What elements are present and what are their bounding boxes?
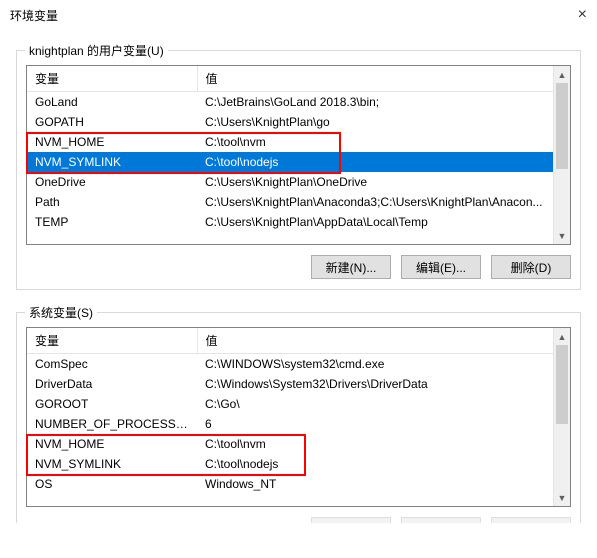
var-value-cell: C:\tool\nodejs	[197, 152, 570, 172]
var-name-cell: Path	[27, 192, 197, 212]
var-name-cell: GOROOT	[27, 394, 197, 414]
table-row[interactable]: NVM_SYMLINKC:\tool\nodejs	[27, 152, 570, 172]
table-row[interactable]: OSWindows_NT	[27, 474, 570, 494]
var-name-cell: DriverData	[27, 374, 197, 394]
table-row[interactable]: NVM_HOMEC:\tool\nvm	[27, 132, 570, 152]
sys-vars-label: 系统变量(S)	[25, 304, 97, 321]
var-value-cell: C:\tool\nvm	[197, 434, 570, 454]
sys-new-button[interactable]: 新建(N)...	[311, 517, 391, 523]
table-row[interactable]: NVM_HOMEC:\tool\nvm	[27, 434, 570, 454]
var-value-cell: C:\JetBrains\GoLand 2018.3\bin;	[197, 92, 570, 112]
var-value-cell: C:\WINDOWS\system32\cmd.exe	[197, 354, 570, 374]
sys-vars-table-wrap: 变量 值 ComSpecC:\WINDOWS\system32\cmd.exeD…	[26, 327, 571, 507]
table-row[interactable]: PathC:\Users\KnightPlan\Anaconda3;C:\Use…	[27, 192, 570, 212]
scroll-down-icon[interactable]: ▼	[554, 489, 570, 506]
scroll-up-icon[interactable]: ▲	[554, 66, 570, 83]
var-value-cell: C:\tool\nodejs	[197, 454, 570, 474]
var-name-cell: NVM_SYMLINK	[27, 152, 197, 172]
var-value-cell: C:\tool\nvm	[197, 132, 570, 152]
table-row[interactable]: DriverDataC:\Windows\System32\Drivers\Dr…	[27, 374, 570, 394]
table-row[interactable]: GoLandC:\JetBrains\GoLand 2018.3\bin;	[27, 92, 570, 112]
user-vars-label: knightplan 的用户变量(U)	[25, 42, 168, 59]
var-value-cell: 6	[197, 414, 570, 434]
var-name-cell: NVM_HOME	[27, 434, 197, 454]
user-vars-group: knightplan 的用户变量(U) 变量 值 GoLandC:\JetBra…	[16, 50, 581, 290]
sys-vars-group: 系统变量(S) 变量 值 ComSpecC:\WINDOWS\system32\…	[16, 312, 581, 523]
titlebar: 环境变量 ×	[0, 0, 597, 30]
table-row[interactable]: ComSpecC:\WINDOWS\system32\cmd.exe	[27, 354, 570, 374]
window-title: 环境变量	[10, 7, 58, 24]
var-value-cell: Windows_NT	[197, 474, 570, 494]
table-row[interactable]: NUMBER_OF_PROCESSORS6	[27, 414, 570, 434]
sys-col-val[interactable]: 值	[197, 328, 570, 354]
scroll-down-icon[interactable]: ▼	[554, 227, 570, 244]
user-vars-table-wrap: 变量 值 GoLandC:\JetBrains\GoLand 2018.3\bi…	[26, 65, 571, 245]
table-row[interactable]: GOROOTC:\Go\	[27, 394, 570, 414]
var-value-cell: C:\Go\	[197, 394, 570, 414]
sys-edit-button[interactable]: 编辑(E)...	[401, 517, 481, 523]
user-edit-button[interactable]: 编辑(E)...	[401, 255, 481, 279]
var-name-cell: OneDrive	[27, 172, 197, 192]
user-scrollbar[interactable]: ▲ ▼	[553, 66, 570, 244]
var-name-cell: NVM_HOME	[27, 132, 197, 152]
var-value-cell: C:\Users\KnightPlan\Anaconda3;C:\Users\K…	[197, 192, 570, 212]
user-delete-button[interactable]: 删除(D)	[491, 255, 571, 279]
table-row[interactable]: TEMPC:\Users\KnightPlan\AppData\Local\Te…	[27, 212, 570, 232]
scroll-track[interactable]	[554, 345, 570, 489]
var-value-cell: C:\Windows\System32\Drivers\DriverData	[197, 374, 570, 394]
var-value-cell: C:\Users\KnightPlan\OneDrive	[197, 172, 570, 192]
scroll-up-icon[interactable]: ▲	[554, 328, 570, 345]
close-icon[interactable]: ×	[578, 6, 587, 24]
var-value-cell: C:\Users\KnightPlan\go	[197, 112, 570, 132]
user-col-val[interactable]: 值	[197, 66, 570, 92]
user-vars-table: 变量 值 GoLandC:\JetBrains\GoLand 2018.3\bi…	[27, 66, 570, 232]
scroll-thumb[interactable]	[556, 345, 568, 424]
user-col-var[interactable]: 变量	[27, 66, 197, 92]
var-name-cell: NUMBER_OF_PROCESSORS	[27, 414, 197, 434]
sys-vars-table: 变量 值 ComSpecC:\WINDOWS\system32\cmd.exeD…	[27, 328, 570, 494]
scroll-track[interactable]	[554, 83, 570, 227]
user-button-row: 新建(N)... 编辑(E)... 删除(D)	[26, 255, 571, 279]
var-name-cell: TEMP	[27, 212, 197, 232]
dialog-content: knightplan 的用户变量(U) 变量 值 GoLandC:\JetBra…	[0, 30, 597, 533]
var-name-cell: OS	[27, 474, 197, 494]
var-name-cell: GoLand	[27, 92, 197, 112]
scroll-thumb[interactable]	[556, 83, 568, 169]
var-name-cell: NVM_SYMLINK	[27, 454, 197, 474]
table-row[interactable]: NVM_SYMLINKC:\tool\nodejs	[27, 454, 570, 474]
sys-col-var[interactable]: 变量	[27, 328, 197, 354]
table-row[interactable]: OneDriveC:\Users\KnightPlan\OneDrive	[27, 172, 570, 192]
table-row[interactable]: GOPATHC:\Users\KnightPlan\go	[27, 112, 570, 132]
user-new-button[interactable]: 新建(N)...	[311, 255, 391, 279]
var-value-cell: C:\Users\KnightPlan\AppData\Local\Temp	[197, 212, 570, 232]
sys-scrollbar[interactable]: ▲ ▼	[553, 328, 570, 506]
var-name-cell: ComSpec	[27, 354, 197, 374]
sys-delete-button[interactable]: 删除(D)	[491, 517, 571, 523]
var-name-cell: GOPATH	[27, 112, 197, 132]
sys-button-row: 新建(N)... 编辑(E)... 删除(D)	[26, 517, 571, 523]
